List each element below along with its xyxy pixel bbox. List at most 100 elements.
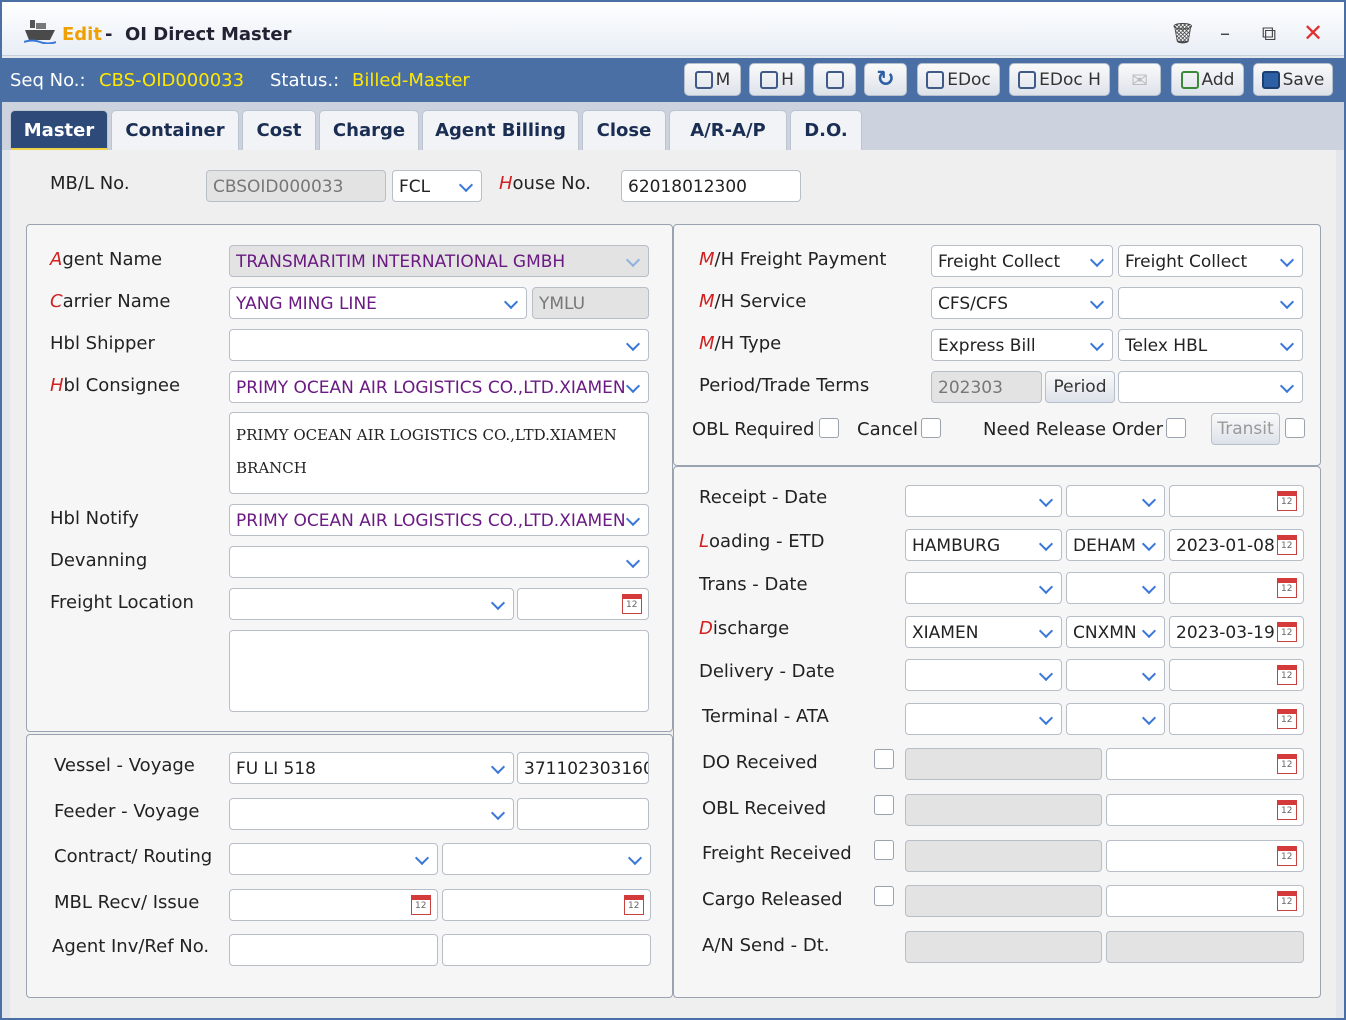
- tab-container[interactable]: Container: [111, 110, 239, 150]
- hbl-notify-select[interactable]: PRIMY OCEAN AIR LOGISTICS CO.,LTD.XIAMEN: [229, 504, 649, 536]
- calendar-icon[interactable]: [1277, 709, 1297, 729]
- loading-code-select[interactable]: DEHAM: [1066, 529, 1165, 561]
- freight-location-date[interactable]: [517, 588, 649, 620]
- devanning-select[interactable]: [229, 546, 649, 578]
- house-no-field[interactable]: 62018012300: [621, 170, 801, 202]
- save-button[interactable]: Save: [1253, 63, 1333, 96]
- freight-received-date[interactable]: [1106, 840, 1304, 872]
- loading-etd-date[interactable]: 2023-01-08: [1169, 529, 1304, 561]
- obl-required-checkbox[interactable]: [819, 418, 839, 438]
- master-service-select[interactable]: CFS/CFS: [931, 287, 1113, 319]
- calendar-icon[interactable]: [622, 594, 642, 614]
- load-type-select[interactable]: FCL: [392, 170, 482, 202]
- agent-name-select[interactable]: TRANSMARITIM INTERNATIONAL GMBH: [229, 245, 649, 277]
- period-button[interactable]: Period: [1045, 371, 1115, 403]
- calendar-icon[interactable]: [1277, 535, 1297, 555]
- delivery-select[interactable]: [905, 659, 1062, 691]
- terminal-ata-date[interactable]: [1169, 703, 1304, 735]
- feeder-voyage-field[interactable]: [517, 798, 649, 830]
- trade-terms-select[interactable]: [1118, 371, 1303, 403]
- terminal-select[interactable]: [905, 703, 1062, 735]
- copy-button[interactable]: [813, 63, 856, 96]
- calendar-icon[interactable]: [1277, 622, 1297, 642]
- trans-code-select[interactable]: [1066, 572, 1165, 604]
- house-payment-select[interactable]: Freight Collect: [1118, 245, 1303, 277]
- carrier-name-select[interactable]: YANG MING LINE: [229, 287, 527, 319]
- calendar-icon[interactable]: [1277, 754, 1297, 774]
- tab-cost[interactable]: Cost: [242, 110, 316, 150]
- do-received-checkbox[interactable]: [874, 749, 894, 769]
- email-button[interactable]: ✉: [1118, 63, 1161, 96]
- discharge-port-select[interactable]: XIAMEN: [905, 616, 1062, 648]
- close-icon[interactable]: ✕: [1302, 21, 1324, 45]
- hbl-consignee-select[interactable]: PRIMY OCEAN AIR LOGISTICS CO.,LTD.XIAMEN: [229, 371, 649, 403]
- terminal-code-select[interactable]: [1066, 703, 1165, 735]
- trash-icon[interactable]: 🗑: [1170, 22, 1195, 44]
- tab-master[interactable]: Master: [10, 110, 108, 152]
- transit-button[interactable]: Transit: [1211, 413, 1280, 445]
- receipt-date[interactable]: [1169, 485, 1304, 517]
- cargo-released-by[interactable]: [905, 885, 1102, 917]
- discharge-code-select[interactable]: CNXMN: [1066, 616, 1165, 648]
- calendar-icon[interactable]: [1277, 800, 1297, 820]
- carrier-code-field[interactable]: YMLU: [532, 287, 649, 319]
- freight-received-by[interactable]: [905, 840, 1102, 872]
- voyage-field[interactable]: 371102303160: [517, 752, 649, 784]
- obl-received-by[interactable]: [905, 794, 1102, 826]
- feeder-select[interactable]: [229, 798, 514, 830]
- tab-ar-ap[interactable]: A/R-A/P: [669, 110, 787, 150]
- do-received-date[interactable]: [1106, 748, 1304, 780]
- calendar-icon[interactable]: [1277, 846, 1297, 866]
- delivery-code-select[interactable]: [1066, 659, 1165, 691]
- tab-do[interactable]: D.O.: [790, 110, 862, 150]
- print-m-button[interactable]: M: [684, 63, 741, 96]
- trans-select[interactable]: [905, 572, 1062, 604]
- calendar-icon[interactable]: [1277, 491, 1297, 511]
- maximize-icon[interactable]: ⧉: [1258, 22, 1280, 44]
- calendar-icon[interactable]: [411, 895, 431, 915]
- need-release-order-checkbox[interactable]: [1166, 418, 1186, 438]
- vessel-select[interactable]: FU LI 518: [229, 752, 514, 784]
- calendar-icon[interactable]: [624, 895, 644, 915]
- refresh-button[interactable]: ↻: [864, 63, 907, 96]
- mbl-issue-date[interactable]: [442, 889, 651, 921]
- edoc-h-button[interactable]: EDoc H: [1009, 63, 1110, 96]
- hbl-shipper-select[interactable]: [229, 329, 649, 361]
- transit-checkbox[interactable]: [1285, 418, 1305, 438]
- master-payment-select[interactable]: Freight Collect: [931, 245, 1113, 277]
- freight-location-select[interactable]: [229, 588, 514, 620]
- contract-select[interactable]: [229, 843, 438, 875]
- master-type-select[interactable]: Express Bill: [931, 329, 1113, 361]
- do-received-by[interactable]: [905, 748, 1102, 780]
- delivery-date[interactable]: [1169, 659, 1304, 691]
- receipt-code-select[interactable]: [1066, 485, 1165, 517]
- tab-close[interactable]: Close: [582, 110, 666, 150]
- agent-ref-field[interactable]: [442, 934, 651, 966]
- print-h-button[interactable]: H: [749, 63, 805, 96]
- cargo-released-checkbox[interactable]: [874, 886, 894, 906]
- tab-charge[interactable]: Charge: [319, 110, 419, 150]
- receipt-select[interactable]: [905, 485, 1062, 517]
- routing-select[interactable]: [442, 843, 651, 875]
- cargo-released-date[interactable]: [1106, 885, 1304, 917]
- obl-received-checkbox[interactable]: [874, 795, 894, 815]
- an-send-date[interactable]: [1106, 931, 1304, 963]
- house-service-select[interactable]: [1118, 287, 1303, 319]
- mbl-recv-date[interactable]: [229, 889, 438, 921]
- consignee-address-area[interactable]: PRIMY OCEAN AIR LOGISTICS CO.,LTD.XIAMEN…: [229, 412, 649, 494]
- calendar-icon[interactable]: [1277, 891, 1297, 911]
- period-field[interactable]: 202303: [931, 371, 1042, 403]
- minimize-icon[interactable]: –: [1214, 22, 1236, 44]
- edoc-button[interactable]: EDoc: [917, 63, 1000, 96]
- obl-received-date[interactable]: [1106, 794, 1304, 826]
- loading-port-select[interactable]: HAMBURG: [905, 529, 1062, 561]
- discharge-date[interactable]: 2023-03-19: [1169, 616, 1304, 648]
- trans-date[interactable]: [1169, 572, 1304, 604]
- calendar-icon[interactable]: [1277, 578, 1297, 598]
- freight-location-area[interactable]: [229, 630, 649, 712]
- house-type-select[interactable]: Telex HBL: [1118, 329, 1303, 361]
- calendar-icon[interactable]: [1277, 665, 1297, 685]
- cancel-checkbox[interactable]: [921, 418, 941, 438]
- an-send-by[interactable]: [905, 931, 1102, 963]
- mbl-no-field[interactable]: CBSOID000033: [206, 170, 386, 202]
